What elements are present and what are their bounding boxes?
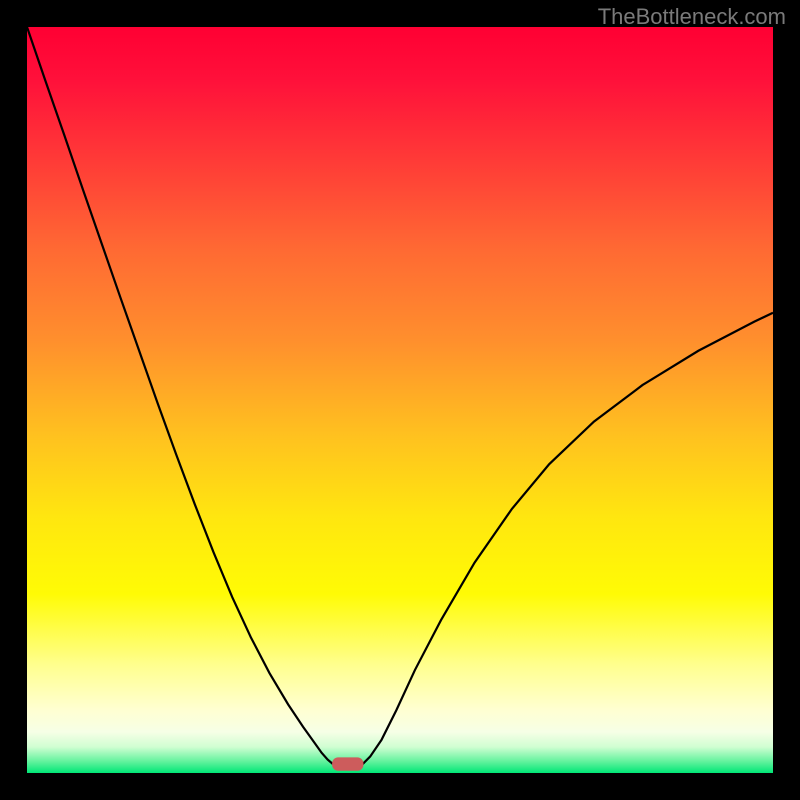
min-marker — [332, 757, 363, 770]
chart-svg — [27, 27, 773, 773]
plot-area — [27, 27, 773, 773]
gradient-background — [27, 27, 773, 773]
chart-frame: TheBottleneck.com — [0, 0, 800, 800]
